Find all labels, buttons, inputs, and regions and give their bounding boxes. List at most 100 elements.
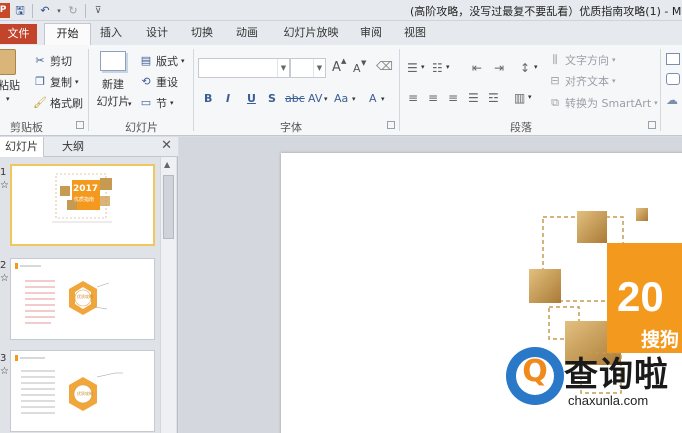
tab-file[interactable]: 文件: [0, 24, 37, 44]
slides-pane-scrollbar[interactable]: ▲: [160, 157, 176, 433]
tab-slideshow[interactable]: 幻灯片放映: [278, 23, 344, 45]
slide-thumbnail-2[interactable]: 优质攻略: [10, 258, 155, 340]
section-button[interactable]: ▭ 节 ▾: [139, 95, 174, 111]
tab-home[interactable]: 开始: [44, 23, 91, 45]
align-center-icon[interactable]: ≡: [428, 91, 438, 105]
font-dialog-launcher[interactable]: [387, 121, 395, 129]
paste-label: 粘贴: [0, 79, 20, 92]
align-right-icon[interactable]: ≡: [448, 91, 458, 105]
thumb-center-text: 优质攻略: [77, 391, 93, 396]
bullets-dropdown-icon[interactable]: ▾: [421, 63, 425, 71]
font-color-dropdown-icon[interactable]: ▾: [381, 95, 385, 103]
format-painter-button[interactable]: 🖌 格式刷: [33, 95, 83, 111]
shape-gallery-icon[interactable]: [666, 53, 680, 65]
copy-dropdown-icon: ▾: [75, 78, 79, 86]
watermark-text: 查询啦: [564, 355, 669, 395]
section-label: 节: [156, 97, 167, 110]
columns-icon[interactable]: ▥: [514, 91, 525, 105]
toolbar-separator: [32, 3, 33, 18]
convert-smartart-button[interactable]: ⧉ 转换为 SmartArt ▾: [548, 95, 658, 111]
copy-label: 复制: [50, 76, 72, 89]
undo-icon[interactable]: ↶: [37, 3, 53, 19]
tab-design[interactable]: 设计: [140, 23, 174, 45]
group-divider: [193, 49, 194, 131]
underline-button[interactable]: U: [247, 92, 256, 105]
columns-dropdown-icon[interactable]: ▾: [528, 93, 532, 101]
font-size-dropdown-icon[interactable]: ▼: [313, 59, 325, 77]
save-icon[interactable]: 🖫: [12, 3, 28, 19]
justify-icon[interactable]: ☰: [468, 91, 479, 105]
numbering-icon[interactable]: ☷: [432, 61, 443, 75]
close-icon[interactable]: ✕: [161, 138, 172, 153]
change-case-button[interactable]: Aa: [334, 92, 348, 105]
new-slide-button[interactable]: 新建 幻灯片: [94, 51, 132, 109]
font-size-combo[interactable]: ▼: [290, 58, 326, 78]
spacing-dropdown-icon[interactable]: ▾: [324, 95, 328, 103]
align-text-icon: ⊟: [550, 74, 560, 87]
reset-button[interactable]: ⟲ 重设: [139, 74, 178, 90]
shrink-font-icon[interactable]: A: [353, 62, 361, 75]
slide-year-text[interactable]: 20: [617, 273, 664, 321]
align-text-button[interactable]: ⊟ 对齐文本 ▾: [548, 73, 615, 89]
case-dropdown-icon[interactable]: ▾: [352, 95, 356, 103]
slides-group-label: 幻灯片: [125, 121, 158, 134]
tab-review[interactable]: 审阅: [354, 23, 388, 45]
scrollbar-thumb[interactable]: [163, 175, 174, 239]
powerpoint-app-icon[interactable]: P: [0, 3, 10, 18]
redo-icon[interactable]: ↻: [65, 3, 81, 19]
tab-slides-thumbnails[interactable]: 幻灯片: [0, 137, 44, 157]
customize-toolbar-icon[interactable]: ⊽: [90, 3, 106, 19]
tab-outline[interactable]: 大纲: [56, 137, 90, 157]
ribbon-tab-row: 文件 开始 插入 设计 切换 动画 幻灯片放映 审阅 视图: [0, 21, 682, 45]
numbering-dropdown-icon[interactable]: ▾: [446, 63, 450, 71]
clipboard-dialog-launcher[interactable]: [76, 121, 84, 129]
line-spacing-icon[interactable]: ↕: [520, 61, 530, 75]
copy-button[interactable]: ❐ 复制 ▾: [33, 74, 79, 90]
line-spacing-dropdown-icon[interactable]: ▾: [534, 63, 538, 71]
quick-access-toolbar: P 🖫 ↶ ▾ ↻ ⊽: [0, 2, 106, 19]
increase-indent-icon[interactable]: ⇥: [494, 61, 504, 75]
shape-gallery-icon-2[interactable]: [666, 73, 680, 85]
shadow-button[interactable]: S: [268, 92, 276, 105]
clear-formatting-icon[interactable]: ⌫: [376, 59, 393, 73]
decrease-indent-icon[interactable]: ⇤: [472, 61, 482, 75]
slide-thumbnail-3[interactable]: 优质攻略: [10, 350, 155, 432]
smartart-dropdown-icon: ▾: [654, 99, 658, 107]
text-direction-button[interactable]: ⫼ 文字方向 ▾: [548, 52, 615, 68]
cut-button[interactable]: ✂ 剪切: [33, 53, 72, 69]
strikethrough-button[interactable]: abc: [285, 92, 305, 105]
paste-dropdown-icon: ▾: [6, 95, 10, 103]
new-slide-dropdown-icon[interactable]: ▾: [128, 100, 132, 108]
character-spacing-button[interactable]: AV: [308, 92, 322, 105]
shape-gallery-icon-3[interactable]: ☁: [666, 93, 678, 107]
scroll-up-icon[interactable]: ▲: [164, 160, 170, 169]
star-icon: ☆: [0, 273, 9, 284]
grow-font-icon[interactable]: A: [332, 60, 341, 75]
bullets-icon[interactable]: ☰: [407, 61, 418, 75]
tab-transitions[interactable]: 切换: [185, 23, 219, 45]
font-color-button[interactable]: A: [369, 92, 377, 105]
slide-thumbnail-1[interactable]: 2017 优质指南: [10, 164, 155, 246]
reset-label: 重设: [156, 76, 178, 89]
paste-button[interactable]: 粘贴 ▾: [0, 49, 20, 103]
thumb-subtitle: 优质指南: [74, 197, 95, 203]
layout-button[interactable]: ▤ 版式 ▾: [139, 53, 185, 69]
font-name-dropdown-icon[interactable]: ▼: [277, 59, 289, 77]
italic-button[interactable]: I: [226, 92, 230, 105]
copy-icon: ❐: [35, 75, 45, 88]
tab-animations[interactable]: 动画: [230, 23, 264, 45]
align-left-icon[interactable]: ≡: [408, 91, 418, 105]
font-name-combo[interactable]: ▼: [198, 58, 290, 78]
distributed-icon[interactable]: ☲: [488, 91, 499, 105]
smartart-icon: ⧉: [551, 96, 559, 109]
paragraph-dialog-launcher[interactable]: [648, 121, 656, 129]
smartart-label: 转换为 SmartArt: [565, 97, 652, 110]
slide-number: 2: [0, 260, 7, 271]
pane-tabs: 幻灯片 大纲 ✕: [0, 137, 178, 157]
undo-dropdown-icon[interactable]: ▾: [55, 3, 63, 19]
slide-thumbnail-art: [52, 173, 112, 223]
bold-button[interactable]: B: [204, 92, 212, 105]
star-icon: ☆: [0, 366, 9, 377]
tab-insert[interactable]: 插入: [94, 23, 128, 45]
tab-view[interactable]: 视图: [398, 23, 432, 45]
